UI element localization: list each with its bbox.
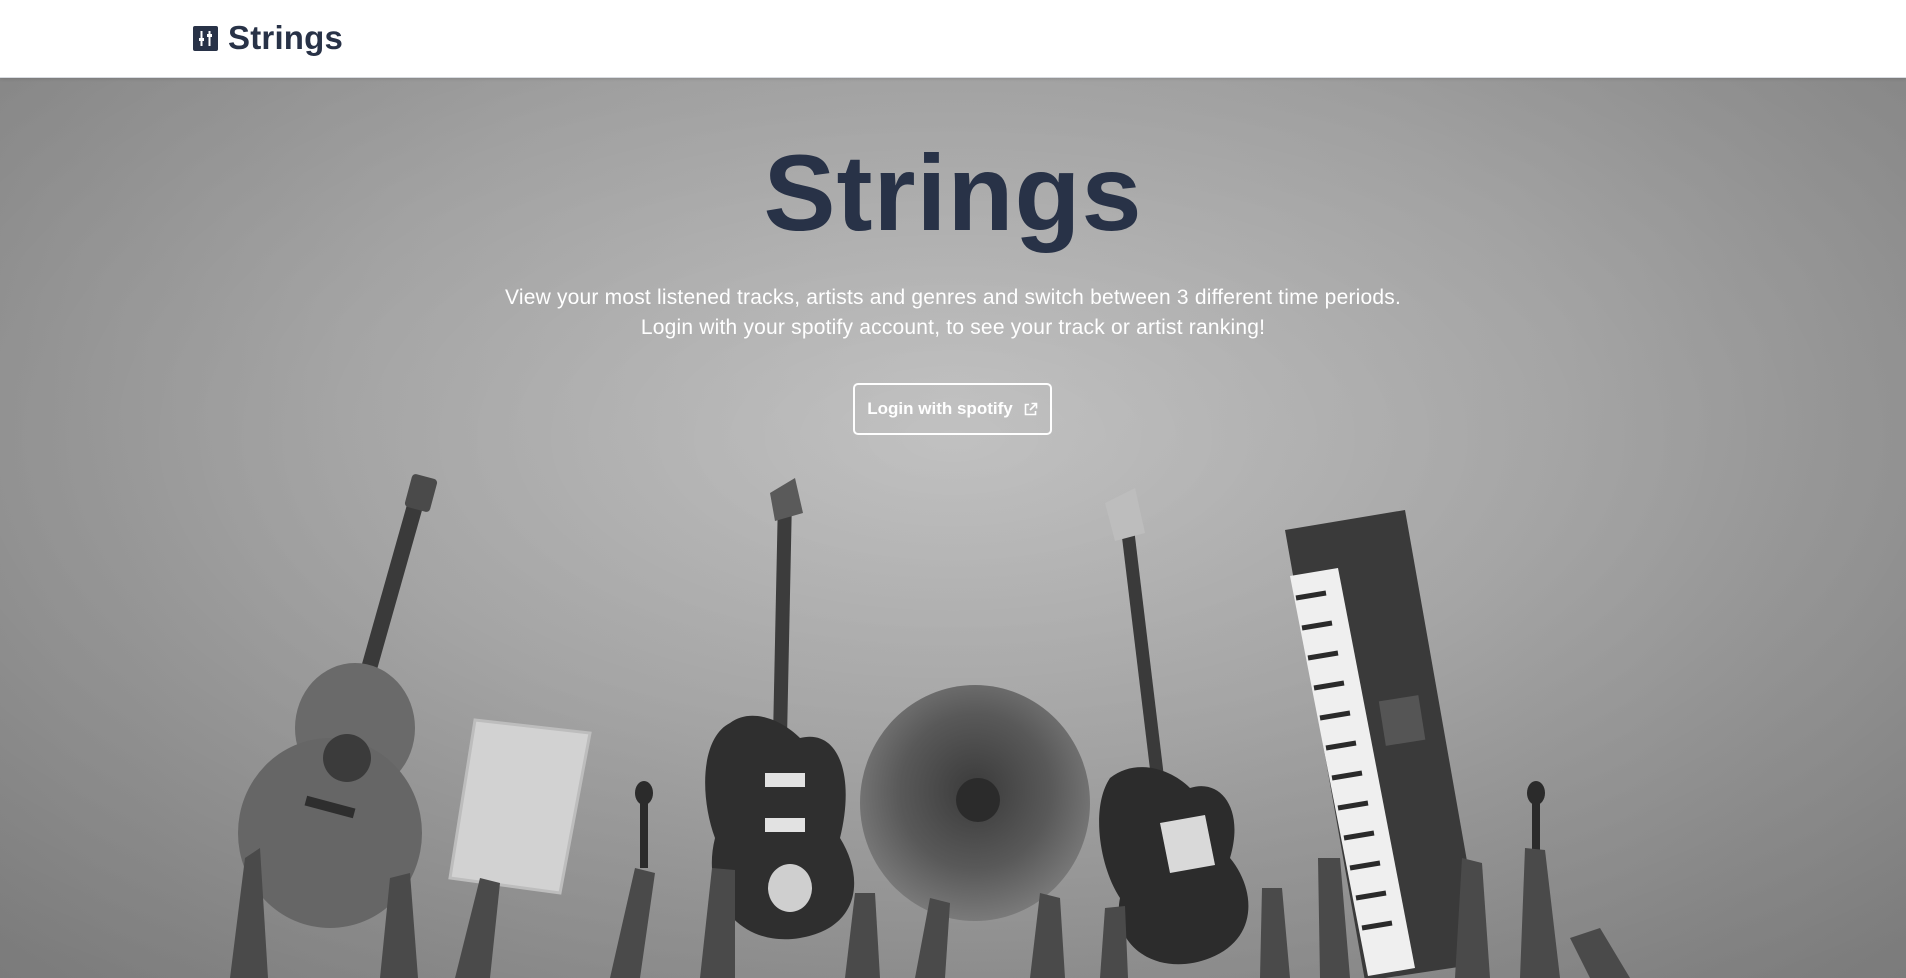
cymbal-silhouette bbox=[860, 685, 1090, 921]
sliders-icon bbox=[193, 25, 218, 51]
navbar: Strings bbox=[0, 0, 1906, 78]
hero-title: Strings bbox=[763, 132, 1143, 253]
hero-description-line-1: View your most listened tracks, artists … bbox=[505, 286, 1401, 309]
hero-description-line-2: Login with your spotify account, to see … bbox=[640, 316, 1266, 339]
external-link-icon bbox=[1024, 402, 1038, 415]
hero-description: View your most listened tracks, artists … bbox=[0, 283, 1906, 343]
hero-section: Strings View your most listened tracks, … bbox=[0, 78, 1906, 978]
brand-link[interactable]: Strings bbox=[193, 18, 343, 58]
login-with-spotify-button[interactable]: Login with spotify bbox=[853, 383, 1052, 435]
login-button-label: Login with spotify bbox=[867, 399, 1013, 418]
brand-name: Strings bbox=[228, 19, 344, 56]
